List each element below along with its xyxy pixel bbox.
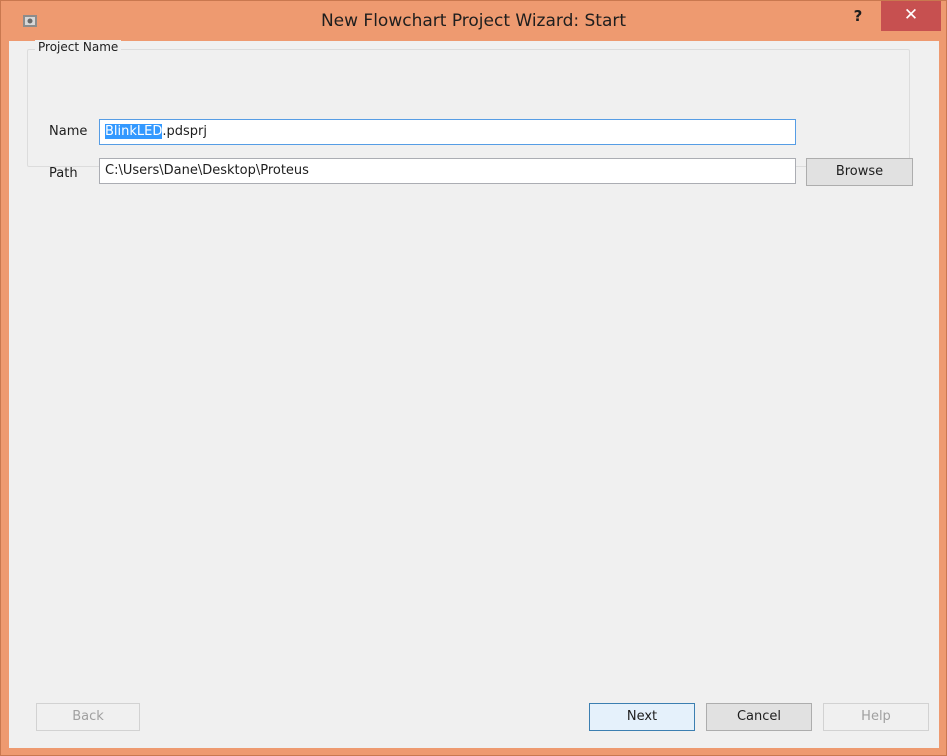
cancel-button[interactable]: Cancel (706, 703, 812, 731)
title-bar[interactable]: New Flowchart Project Wizard: Start ? ✕ (1, 1, 946, 41)
name-suffix-text: .pdsprj (162, 124, 208, 139)
browse-button[interactable]: Browse (806, 158, 913, 186)
path-label: Path (49, 166, 78, 181)
next-button[interactable]: Next (589, 703, 695, 731)
close-button[interactable]: ✕ (881, 1, 941, 31)
help-button[interactable]: Help (823, 703, 929, 731)
name-selected-text: BlinkLED (105, 124, 163, 139)
title-help-button[interactable]: ? (842, 3, 874, 31)
close-icon: ✕ (903, 5, 919, 25)
path-input[interactable]: C:\Users\Dane\Desktop\Proteus (99, 158, 796, 184)
name-input[interactable]: BlinkLED.pdsprj (99, 119, 796, 145)
project-name-group-title: Project Name (35, 40, 122, 54)
back-button[interactable]: Back (36, 703, 140, 731)
path-value: C:\Users\Dane\Desktop\Proteus (105, 163, 309, 178)
project-name-group (27, 49, 910, 167)
name-label: Name (49, 124, 88, 139)
wizard-window: New Flowchart Project Wizard: Start ? ✕ … (0, 0, 947, 756)
window-title: New Flowchart Project Wizard: Start (320, 11, 627, 31)
